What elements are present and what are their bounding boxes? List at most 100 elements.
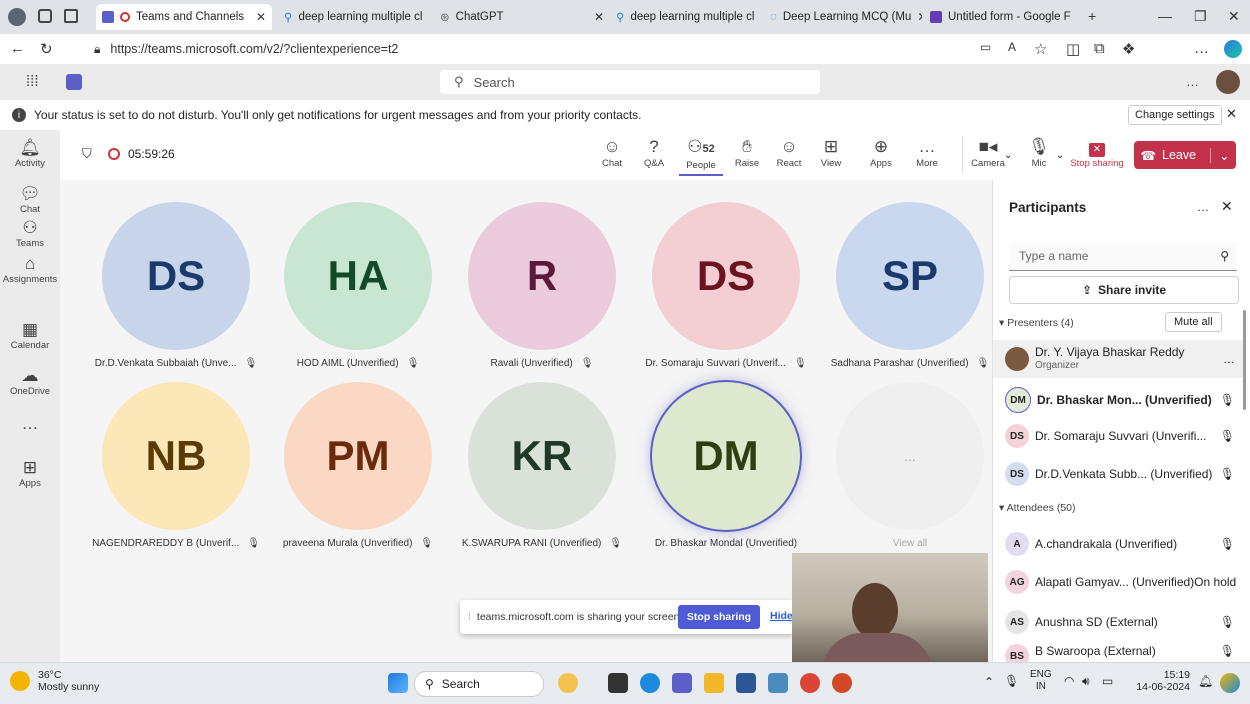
attendee-row[interactable]: AS Anushna SD (External) 🎙︎ [993, 604, 1243, 640]
browser-tab-search-2[interactable]: ⚲ deep learning multiple cl ✕ [610, 4, 762, 30]
address-bar[interactable]: 🔒︎ https://teams.microsoft.com/v2/?clien… [94, 38, 954, 60]
close-icon[interactable]: ✕ [911, 10, 922, 24]
tray-chevron-icon[interactable]: ⌃ [984, 675, 994, 689]
browser-tab-chatgpt[interactable]: ⊛ ChatGPT ✕ [434, 4, 610, 30]
view-button[interactable]: ⊞ View [816, 136, 846, 169]
attendee-row[interactable]: BS B Swaroopa (External) 🎙︎ [993, 644, 1243, 662]
qa-button[interactable]: ? Q&A [639, 136, 669, 169]
rail-item-onedrive[interactable]: ☁︎ OneDrive [0, 366, 60, 397]
presenters-header[interactable]: ▾ Presenters (4) [999, 317, 1074, 329]
apps-button[interactable]: ⊕ Apps [866, 136, 896, 169]
banner-close-icon[interactable]: ✕ [1226, 106, 1237, 122]
search-input[interactable]: ⚲ Search [440, 70, 820, 94]
rail-item-assignments[interactable]: ⌂ Assignments [0, 254, 60, 285]
tab-actions-icon[interactable] [64, 9, 78, 23]
weather-widget[interactable]: 36°C Mostly sunny [10, 669, 99, 693]
word-icon[interactable] [736, 673, 756, 693]
start-icon[interactable] [388, 673, 408, 693]
rail-item-calendar[interactable]: ▦ Calendar [0, 320, 60, 351]
read-aloud-icon[interactable]: A [1008, 40, 1016, 54]
favorite-star-icon[interactable]: ☆ [1034, 40, 1047, 58]
leave-button[interactable]: ☎︎ Leave ⌄ [1134, 141, 1236, 169]
camera-button[interactable]: ■◂ Camera [970, 136, 1006, 169]
powerpoint-icon[interactable] [832, 673, 852, 693]
restore-icon[interactable]: ❐ [1194, 8, 1207, 25]
file-explorer-icon[interactable] [704, 673, 724, 693]
chrome-icon[interactable] [800, 673, 820, 693]
wifi-icon[interactable]: ◠ [1064, 674, 1074, 688]
close-icon[interactable]: ✕ [588, 10, 604, 24]
avatar[interactable] [1216, 70, 1240, 94]
presenter-row[interactable]: Dr. Y. Vijaya Bhaskar Reddy Organizer… [993, 340, 1243, 378]
language-indicator[interactable]: ENG IN [1030, 669, 1052, 693]
mute-all-button[interactable]: Mute all [1165, 312, 1222, 332]
browser-tab-mcq[interactable]: ◌ Deep Learning MCQ (Mu ✕ [764, 4, 922, 30]
presenter-row[interactable]: DS Dr.D.Venkata Subb... (Unverified) 🎙︎ [993, 456, 1243, 492]
react-button[interactable]: ☺ React [774, 136, 804, 169]
new-tab-icon[interactable]: + [1088, 8, 1096, 24]
drag-handle-icon[interactable]: ⁞ [468, 611, 471, 623]
presenter-row[interactable]: DS Dr. Somaraju Suvvari (Unverifi... 🎙︎ [993, 418, 1243, 454]
collections-icon[interactable]: ⧉ [1094, 40, 1105, 57]
browser-tab-search-1[interactable]: ⚲ deep learning multiple cl ✕ [278, 4, 430, 30]
more-icon[interactable]: … [1194, 40, 1209, 57]
close-icon[interactable]: ✕ [250, 10, 266, 24]
rail-item-chat[interactable]: 💬︎ Chat [0, 184, 60, 215]
rail-item-teams[interactable]: ⚇ Teams [0, 218, 60, 249]
notification-bell-icon[interactable]: 🔔︎ [1198, 674, 1213, 688]
app-available-icon[interactable]: ▭ [980, 40, 991, 54]
app-launcher-icon[interactable]: ⁞⁞⁞ [26, 73, 39, 90]
stop-sharing-notice-button[interactable]: Stop sharing [678, 605, 760, 629]
participant-name[interactable]: View all [810, 538, 1010, 549]
close-icon[interactable]: ✕ [754, 10, 762, 24]
rail-more-icon[interactable]: … [0, 414, 60, 434]
share-invite-button[interactable]: ⇪ Share invite [1009, 276, 1239, 304]
browser-tab-teams[interactable]: Teams and Channels ✕ [96, 4, 272, 30]
attendee-row[interactable]: AG Alapati Gamyav... (Unverified) On hold [993, 564, 1243, 600]
settings-more-icon[interactable]: … [1186, 74, 1199, 89]
minimize-icon[interactable]: — [1158, 8, 1172, 24]
extensions-icon[interactable]: ❖ [1122, 40, 1135, 58]
panel-more-icon[interactable]: … [1197, 200, 1209, 214]
split-screen-icon[interactable]: ◫ [1066, 40, 1080, 58]
copilot-icon[interactable] [1224, 40, 1242, 58]
hide-link[interactable]: Hide [770, 610, 793, 622]
notepad-icon[interactable] [768, 673, 788, 693]
leave-chevron-icon[interactable]: ⌄ [1210, 147, 1230, 163]
copilot-taskbar-icon[interactable] [1220, 673, 1240, 693]
teams-taskbar-icon[interactable] [672, 673, 692, 693]
rail-item-activity[interactable]: 🔔︎ Activity [0, 138, 60, 169]
presenter-row[interactable]: DM Dr. Bhaskar Mon... (Unverified) 🎙︎ [993, 382, 1243, 418]
tray-mic-icon[interactable]: 🎙︎ [1004, 674, 1019, 688]
workspaces-icon[interactable] [38, 9, 52, 23]
widgets-icon[interactable] [558, 673, 578, 693]
clock[interactable]: 15:19 14-06-2024 [1130, 669, 1190, 693]
people-button[interactable]: ⚇52 People [679, 136, 723, 176]
volume-icon[interactable]: 🔊︎ [1082, 674, 1090, 689]
mic-button[interactable]: 🎙︎ Mic [1024, 136, 1054, 169]
change-settings-button[interactable]: Change settings [1128, 105, 1222, 125]
refresh-icon[interactable]: ↻ [40, 40, 53, 58]
browser-tab-form[interactable]: Untitled form - Google F ✕ [924, 4, 1076, 30]
raise-hand-button[interactable]: ✋︎ Raise [732, 136, 762, 169]
more-button[interactable]: … More [912, 136, 942, 169]
stop-sharing-button[interactable]: ✕ Stop sharing [1070, 136, 1124, 169]
battery-icon[interactable]: ▭ [1102, 674, 1113, 688]
camera-chevron-icon[interactable]: ⌄ [1004, 150, 1012, 161]
attendees-header[interactable]: ▾ Attendees (50) [999, 502, 1076, 514]
view-all-tile[interactable]: ... [836, 382, 984, 530]
window-close-icon[interactable]: ✕ [1228, 8, 1240, 25]
row-more-icon[interactable]: … [1223, 352, 1235, 366]
chat-button[interactable]: ☺ Chat [597, 136, 627, 169]
mic-chevron-icon[interactable]: ⌄ [1056, 150, 1064, 161]
back-icon[interactable]: ← [10, 40, 25, 57]
attendee-row[interactable]: A A.chandrakala (Unverified) 🎙︎ [993, 526, 1243, 562]
profile-icon[interactable] [8, 8, 26, 26]
edge-icon[interactable] [640, 673, 660, 693]
close-icon[interactable]: ✕ [1071, 10, 1076, 24]
taskbar-search[interactable]: ⚲ Search [414, 671, 544, 697]
panel-scrollbar[interactable] [1243, 310, 1246, 410]
task-view-icon[interactable] [608, 673, 628, 693]
panel-close-icon[interactable]: ✕ [1221, 198, 1233, 215]
participant-search-input[interactable]: Type a name ⚲ [1009, 242, 1237, 271]
